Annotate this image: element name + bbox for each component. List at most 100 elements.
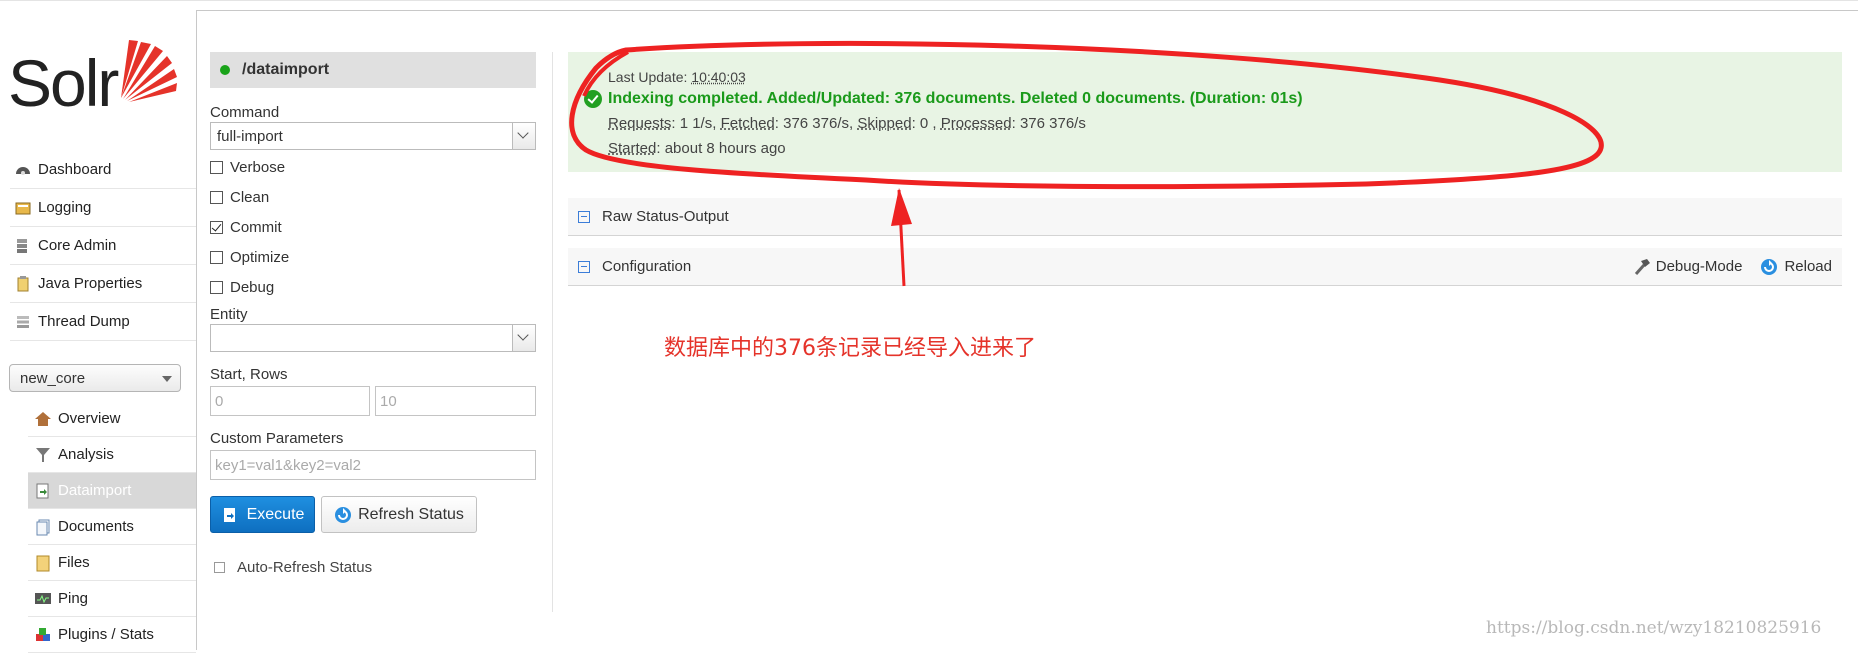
checkbox-box: [210, 280, 223, 294]
core-selector[interactable]: new_core: [9, 364, 181, 392]
action-buttons: Execute Refresh Status: [210, 496, 536, 533]
checkbox-box: [210, 190, 223, 204]
core-item-label: Files: [58, 554, 90, 571]
solr-sun-icon: [121, 40, 177, 102]
refresh-icon: [335, 506, 352, 523]
checkbox-box: [210, 250, 223, 264]
logging-icon: [15, 202, 31, 214]
option-list: Verbose Clean Commit Optimize Debug: [210, 152, 536, 302]
sidebar-item-label: Core Admin: [38, 237, 117, 254]
debug-mode-label: Debug-Mode: [1655, 258, 1743, 275]
handler-header[interactable]: /dataimport: [210, 52, 536, 88]
checkbox-box: [210, 160, 223, 174]
dataimport-form: /dataimport Command full-import Verbose …: [210, 52, 536, 576]
core-item-overview[interactable]: Overview: [28, 401, 196, 437]
sidebar-item-logging[interactable]: Logging: [10, 189, 196, 227]
status-dot-icon: [220, 65, 230, 75]
start-input[interactable]: 0: [210, 386, 370, 416]
execute-label: Execute: [246, 505, 305, 523]
custom-params-input[interactable]: key1=val1&key2=val2: [210, 450, 536, 480]
annotation-text: 数据库中的376条记录已经导入进来了: [664, 336, 1036, 361]
auto-refresh-label: Auto-Refresh Status: [237, 559, 373, 576]
hammer-icon: [1634, 258, 1650, 275]
plugins-icon: [36, 627, 50, 641]
chevron-down-icon: [512, 123, 535, 149]
checkbox-label: Clean: [230, 188, 270, 206]
sidebar-item-thread-dump[interactable]: Thread Dump: [10, 303, 196, 341]
core-item-ping[interactable]: Ping: [28, 581, 196, 617]
sidebar-item-label: Thread Dump: [38, 313, 130, 330]
panel-divider: [552, 52, 553, 612]
core-nav: Overview Analysis Dataimport Documents F…: [28, 401, 196, 653]
core-item-documents[interactable]: Documents: [28, 509, 196, 545]
sidebar-item-core-admin[interactable]: Core Admin: [10, 227, 196, 265]
verbose-checkbox[interactable]: Verbose: [210, 152, 536, 182]
handler-name: /dataimport: [242, 61, 330, 78]
chevron-down-icon: [512, 325, 535, 351]
core-item-label: Overview: [58, 410, 121, 427]
core-item-dataimport[interactable]: Dataimport: [28, 473, 196, 509]
commit-checkbox[interactable]: Commit: [210, 212, 536, 242]
core-item-label: Analysis: [58, 446, 114, 463]
dataimport-icon: [36, 483, 49, 498]
execute-icon: [223, 507, 235, 522]
clean-checkbox[interactable]: Clean: [210, 182, 536, 212]
checkbox-box-checked: [210, 220, 223, 234]
command-label: Command: [210, 104, 280, 121]
core-admin-icon: [17, 238, 27, 253]
command-value: full-import: [217, 127, 283, 145]
checkbox-label: Verbose: [230, 158, 286, 176]
refresh-status-button[interactable]: Refresh Status: [321, 496, 477, 533]
solr-logo[interactable]: Solr: [8, 36, 178, 126]
sidebar-item-label: Dashboard: [38, 161, 112, 178]
debug-mode-button[interactable]: Debug-Mode: [1632, 258, 1743, 276]
sidebar-item-java-properties[interactable]: Java Properties: [10, 265, 196, 303]
sidebar: Solr Dashboard Logging Core Admin Java P…: [0, 0, 196, 653]
sidebar-item-label: Java Properties: [38, 275, 143, 292]
chevron-down-icon: [162, 376, 172, 382]
core-item-plugins-stats[interactable]: Plugins / Stats: [28, 617, 196, 653]
optimize-checkbox[interactable]: Optimize: [210, 242, 536, 272]
checkbox-label: Optimize: [230, 248, 290, 266]
start-rows-inputs: 0 10: [210, 386, 536, 416]
core-selector-value: new_core: [20, 369, 86, 387]
sidebar-item-dashboard[interactable]: Dashboard: [10, 151, 196, 189]
sidebar-item-label: Logging: [38, 199, 92, 216]
funnel-icon: [36, 447, 50, 462]
home-icon: [35, 411, 51, 426]
entity-label: Entity: [210, 306, 248, 323]
folder-icon: [36, 555, 50, 571]
thread-dump-icon: [17, 315, 29, 328]
refresh-label: Refresh Status: [358, 505, 464, 523]
entity-select[interactable]: [210, 324, 536, 352]
command-select[interactable]: full-import: [210, 122, 536, 150]
auto-refresh-checkbox[interactable]: Auto-Refresh Status: [210, 559, 536, 576]
reload-icon: [1761, 258, 1778, 275]
core-item-label: Dataimport: [58, 482, 132, 499]
checkbox-box: [214, 562, 225, 573]
ping-icon: [35, 592, 51, 604]
logo-text: Solr: [8, 46, 119, 120]
checkbox-label: Debug: [230, 278, 275, 296]
documents-icon: [36, 519, 50, 535]
custom-params-label: Custom Parameters: [210, 430, 344, 447]
reload-label: Reload: [1784, 258, 1832, 275]
execute-button[interactable]: Execute: [210, 496, 315, 533]
start-rows-label: Start, Rows: [210, 366, 288, 383]
java-properties-icon: [17, 275, 29, 291]
dashboard-icon: [16, 166, 30, 175]
core-item-files[interactable]: Files: [28, 545, 196, 581]
core-item-label: Ping: [58, 590, 89, 607]
main-nav: Dashboard Logging Core Admin Java Proper…: [10, 151, 196, 341]
watermark: https://blog.csdn.net/wzy18210825916: [1486, 618, 1822, 638]
checkbox-label: Commit: [230, 218, 282, 236]
core-item-label: Plugins / Stats: [58, 626, 154, 643]
debug-checkbox[interactable]: Debug: [210, 272, 536, 302]
core-item-analysis[interactable]: Analysis: [28, 437, 196, 473]
core-item-label: Documents: [58, 518, 134, 535]
annotation-ellipse: [569, 40, 1604, 287]
top-border: [0, 0, 1858, 1]
rows-input[interactable]: 10: [375, 386, 536, 416]
configuration-actions: Debug-Mode Reload: [1632, 258, 1842, 276]
reload-button[interactable]: Reload: [1760, 258, 1832, 276]
